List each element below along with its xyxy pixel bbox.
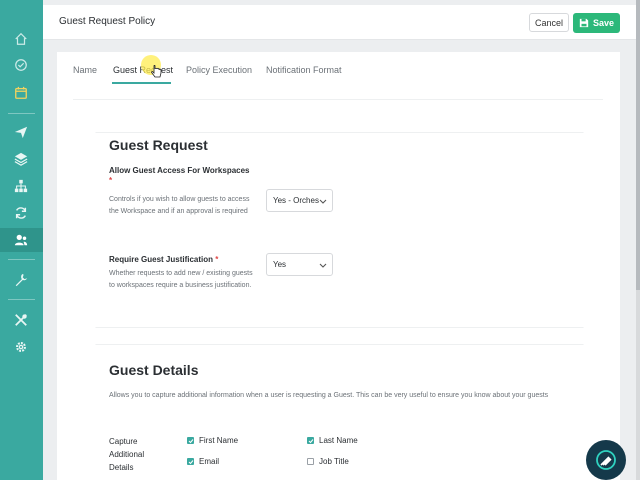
select-value: Yes [273, 260, 287, 269]
tabs-divider [73, 99, 603, 100]
checkbox-unchecked[interactable] [307, 458, 314, 465]
layers-icon[interactable] [13, 151, 29, 167]
cancel-button[interactable]: Cancel [529, 13, 569, 32]
sidebar-separator [8, 299, 35, 300]
tab-name[interactable]: Name [73, 65, 97, 75]
sync-icon[interactable] [13, 205, 29, 221]
check-circle-icon[interactable] [13, 57, 29, 73]
section-title: Guest Request [109, 137, 208, 153]
gear-icon[interactable] [13, 339, 29, 355]
hand-cursor-icon [151, 65, 162, 78]
checkbox-checked[interactable] [187, 437, 194, 444]
justification-label: Require Guest Justification * [109, 255, 219, 264]
select-value: Yes - Orchestry [273, 196, 319, 205]
scrollbar-thumb[interactable] [636, 0, 640, 290]
help-launcher-button[interactable] [586, 440, 626, 480]
tab-policy-execution[interactable]: Policy Execution [186, 65, 252, 75]
chevron-down-icon [319, 263, 327, 268]
checkbox-email[interactable]: Email [187, 457, 219, 466]
checkbox-last-name[interactable]: Last Name [307, 436, 358, 445]
rocket-icon [596, 450, 616, 470]
page-title: Guest Request Policy [59, 16, 156, 27]
save-button[interactable]: Save [573, 13, 620, 33]
save-label: Save [592, 18, 615, 28]
checkbox-checked[interactable] [187, 458, 194, 465]
justification-description: Whether requests to add new / existing g… [109, 270, 253, 289]
page-header: Guest Request Policy Cancel Save [43, 5, 637, 40]
wrench-icon[interactable] [13, 272, 29, 288]
calendar-icon[interactable] [13, 85, 29, 101]
checkbox-label: Last Name [319, 436, 358, 445]
guest-details-description: Allows you to capture additional informa… [109, 392, 549, 399]
sidebar-separator [8, 113, 35, 114]
checkbox-label: First Name [199, 436, 239, 445]
allow-access-select[interactable]: Yes - Orchestry [266, 189, 333, 212]
page-scrollbar[interactable] [636, 0, 640, 480]
guest-request-section: Guest Request Allow Guest Access For Wor… [95, 132, 584, 328]
capture-details-label: Capture Additional Details [109, 437, 145, 472]
checkbox-job-title[interactable]: Job Title [307, 457, 349, 466]
hierarchy-icon[interactable] [13, 178, 29, 194]
active-tab-indicator [112, 82, 171, 84]
allow-access-description: Controls if you wish to allow guests to … [109, 196, 250, 215]
home-icon[interactable] [13, 31, 29, 47]
guest-details-section: Guest Details Allows you to capture addi… [95, 344, 584, 480]
send-icon[interactable] [13, 124, 29, 140]
checkbox-label: Email [199, 457, 220, 466]
checkbox-first-name[interactable]: First Name [187, 436, 238, 445]
chevron-down-icon [319, 199, 327, 204]
users-icon[interactable] [13, 232, 29, 248]
tab-notification-format[interactable]: Notification Format [266, 65, 342, 75]
save-icon [579, 18, 589, 28]
policy-card: Name Guest Request Policy Execution Noti… [57, 52, 620, 480]
tools-icon[interactable] [13, 312, 29, 328]
required-mark: * [215, 255, 219, 264]
sidebar [0, 0, 43, 480]
justification-select[interactable]: Yes [266, 253, 333, 276]
required-mark: * [109, 176, 113, 185]
allow-access-label: Allow Guest Access For Workspaces [109, 166, 250, 175]
section-title: Guest Details [109, 362, 199, 378]
sidebar-separator [8, 259, 35, 260]
tab-bar: Name Guest Request Policy Execution Noti… [57, 52, 620, 84]
checkbox-checked[interactable] [307, 437, 314, 444]
checkbox-label: Job Title [319, 457, 349, 466]
